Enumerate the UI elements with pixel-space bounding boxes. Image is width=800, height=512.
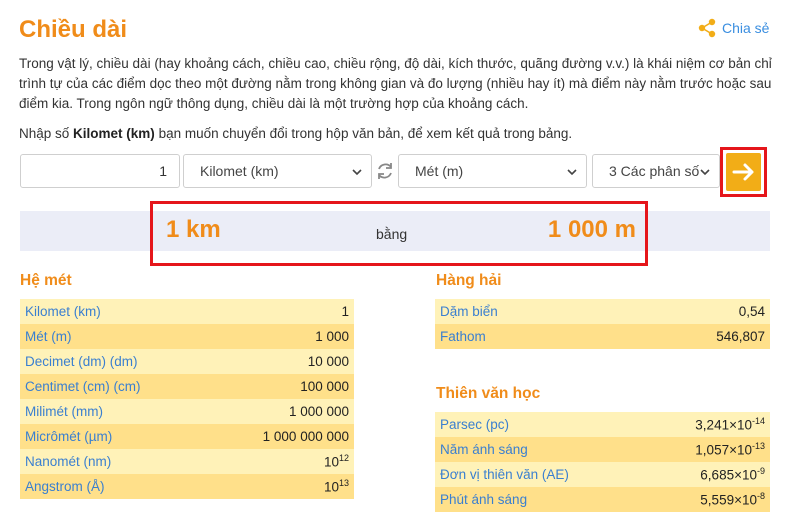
chevron-down-icon [567,169,577,176]
to-unit-select[interactable]: Mét (m) [398,154,587,188]
to-unit-value: Mét (m) [415,163,464,179]
table-row: Nanomét (nm) 1012 [20,449,354,474]
value-text: 100 000 [300,379,349,394]
share-button[interactable]: Chia sẻ [698,18,769,38]
table-row: Đơn vị thiên văn (AE) 6,685×10-9 [435,462,770,487]
description: Trong vật lý, chiều dài (hay khoảng cách… [19,56,772,111]
metric-title: Hệ mét [20,272,72,289]
arrow-right-icon [732,163,753,181]
unit-link[interactable]: Nanomét (nm) [25,454,111,469]
value-text: 10 [323,479,339,495]
table-row: Năm ánh sáng 1,057×10-13 [435,437,770,462]
from-unit-select[interactable]: Kilomet (km) [183,154,372,188]
unit-link[interactable]: Kilomet (km) [25,304,101,319]
unit-value: 3,241×10-14 [695,416,765,433]
nautical-table: Dặm biển 0,54 Fathom 546,807 [435,299,770,349]
table-row: Centimet (cm) (cm) 100 000 [20,374,354,399]
unit-value: 1013 [324,478,349,495]
chevron-down-icon [699,166,711,178]
astronomy-title: Thiên văn học [436,385,541,402]
value-exponent: 13 [338,478,349,489]
unit-value: 10 000 [308,354,349,369]
unit-link[interactable]: Angstrom (Å) [25,479,105,494]
unit-link[interactable]: Mét (m) [25,329,72,344]
value-text: 546,807 [716,329,765,344]
value-text: 10 000 [307,354,349,369]
value-text: 1,057×10 [695,442,752,458]
unit-link[interactable]: Parsec (pc) [440,417,509,432]
value-exponent: -14 [751,416,765,427]
value-text: 1 000 [315,329,349,344]
instruction-suffix: bạn muốn chuyển đổi trong hộp văn bản, đ… [154,126,573,141]
unit-value: 6,685×10-9 [700,466,765,483]
unit-link[interactable]: Decimet (dm) (dm) [25,354,138,369]
unit-value: 1 000 [315,329,349,344]
precision-select[interactable]: 3 Các phân số [592,154,720,188]
value-text: 10 [323,454,339,470]
unit-value: 1 000 000 [289,404,349,419]
unit-link[interactable]: Năm ánh sáng [440,442,528,457]
table-row: Decimet (dm) (dm) 10 000 [20,349,354,374]
result-highlight [150,201,648,266]
unit-link[interactable]: Micrômét (µm) [25,429,112,444]
table-row: Micrômét (µm) 1 000 000 000 [20,424,354,449]
instruction-prefix: Nhập số [19,126,74,141]
unit-link[interactable]: Centimet (cm) (cm) [25,379,141,394]
value-text: 0,54 [738,304,765,319]
precision-value: 3 Các phân số [609,163,700,179]
nautical-title: Hàng hải [436,272,502,289]
chevron-down-icon [352,169,362,176]
table-row: Dặm biển 0,54 [435,299,770,324]
unit-value: 1 [341,304,349,319]
value-text: 1 [341,304,349,319]
table-row: Angstrom (Å) 1013 [20,474,354,499]
share-label: Chia sẻ [722,20,770,36]
table-row: Milimét (mm) 1 000 000 [20,399,354,424]
metric-table: Kilomet (km) 1 Mét (m) 1 000 Decimet (dm) (d… [20,299,354,499]
page-title: Chiều dài [19,16,128,43]
table-row: Kilomet (km) 1 [20,299,354,324]
convert-button[interactable] [726,153,761,191]
table-row: Mét (m) 1 000 [20,324,354,349]
value-text: 3,241×10 [695,417,752,433]
swap-arrows-icon[interactable] [374,160,396,182]
unit-link[interactable]: Fathom [440,329,486,344]
value-exponent: -13 [751,441,765,452]
from-unit-value: Kilomet (km) [200,163,279,179]
unit-value: 1 000 000 000 [263,429,349,444]
value-text: 1 000 000 000 [262,429,349,444]
value-exponent: 12 [338,453,349,464]
table-row: Parsec (pc) 3,241×10-14 [435,412,770,437]
table-row: Fathom 546,807 [435,324,770,349]
unit-link[interactable]: Đơn vị thiên văn (AE) [440,467,569,482]
value-text: 1 000 000 [288,404,349,419]
instruction-unit: Kilomet (km) [73,126,155,141]
instruction: Nhập số Kilomet (km) bạn muốn chuyển đổi… [19,126,572,141]
value-text: 5,559×10 [700,492,757,508]
astronomy-table: Parsec (pc) 3,241×10-14 Năm ánh sáng 1,057×… [435,412,770,512]
unit-value: 1,057×10-13 [695,441,765,458]
value-text: 6,685×10 [700,467,757,483]
share-icon [698,18,716,38]
value-input[interactable] [20,154,180,188]
unit-value: 100 000 [300,379,349,394]
unit-link[interactable]: Dặm biển [440,304,498,319]
unit-value: 1012 [324,453,349,470]
unit-link[interactable]: Milimét (mm) [25,404,103,419]
value-exponent: -9 [756,466,765,477]
unit-value: 0,54 [739,304,765,319]
unit-value: 546,807 [716,329,765,344]
